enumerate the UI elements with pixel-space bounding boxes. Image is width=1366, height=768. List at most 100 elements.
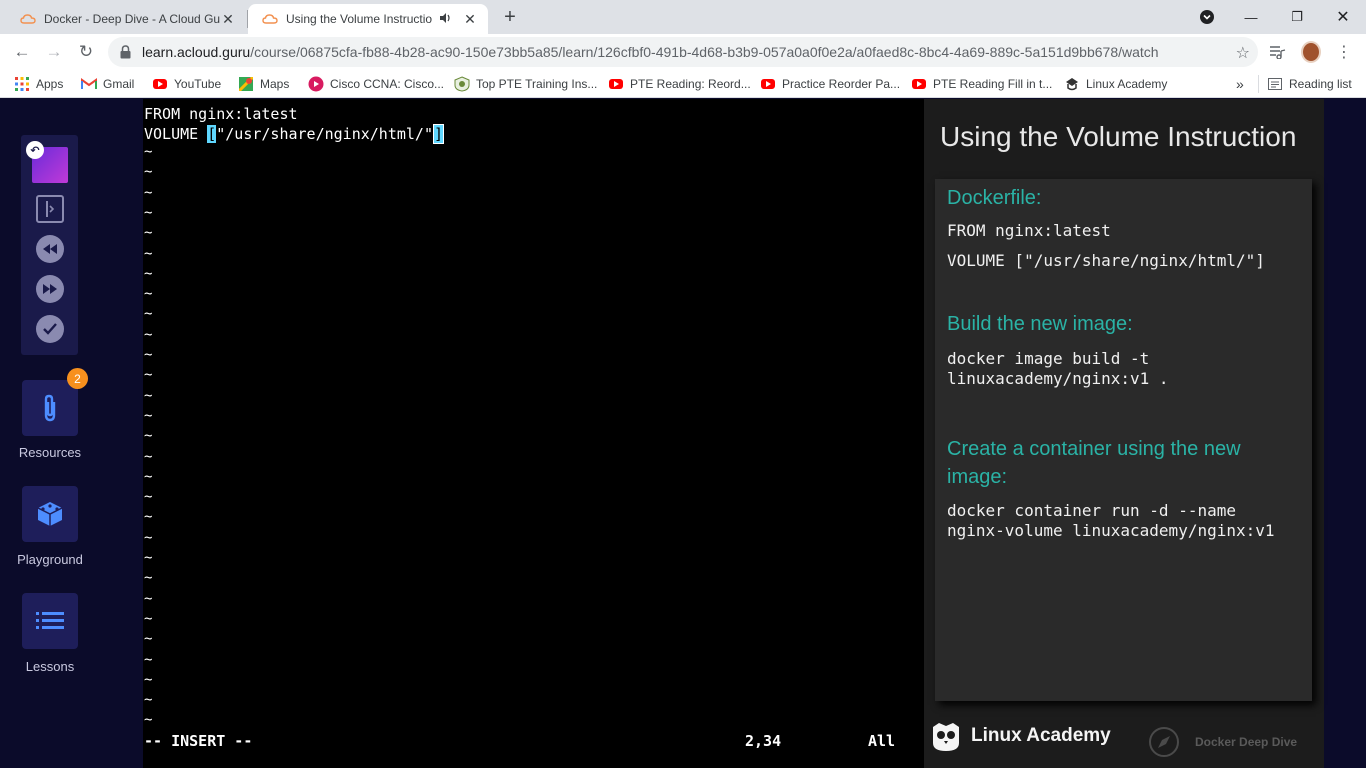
gmail-icon: [81, 76, 97, 92]
vim-empty-line-tilde: ~: [144, 590, 153, 607]
tab-title: Docker - Deep Dive - A Cloud Gu: [44, 12, 220, 26]
minimize-button[interactable]: —: [1228, 0, 1274, 34]
vim-empty-line-tilde: ~: [144, 428, 153, 445]
terminal-line-2: VOLUME ["/usr/share/nginx/html/"]: [144, 124, 445, 144]
audio-playing-icon[interactable]: [440, 12, 454, 26]
bookmark-maps[interactable]: Maps: [238, 75, 289, 93]
bookmark-youtube[interactable]: YouTube: [152, 75, 221, 93]
vim-empty-line-tilde: ~: [144, 326, 153, 343]
vim-empty-line-tilde: ~: [144, 387, 153, 404]
vim-empty-line-tilde: ~: [144, 347, 153, 363]
course-watermark-label: Docker Deep Dive: [1195, 735, 1298, 749]
bookmark-cisco[interactable]: Cisco CCNA: Cisco...: [308, 75, 444, 93]
video-player[interactable]: FROM nginx:latest VOLUME ["/usr/share/ng…: [143, 99, 1324, 768]
apps-grid-icon: [14, 76, 30, 92]
fast-forward-icon[interactable]: [36, 275, 64, 303]
resources-button[interactable]: [22, 380, 78, 436]
bookmark-practice-reorder[interactable]: Practice Reorder Pa...: [760, 75, 900, 93]
bookmarks-divider: [1258, 75, 1259, 93]
bookmark-pte-reorder[interactable]: PTE Reading: Reord...: [608, 75, 751, 93]
bookmarks-bar: Apps Gmail YouTube Maps Cisco CCNA: Cisc…: [0, 70, 1366, 98]
slide-title: Using the Volume Instruction: [940, 121, 1297, 152]
tab-docker-deep-dive[interactable]: Docker - Deep Dive - A Cloud Gu ✕: [6, 4, 246, 34]
bookmark-label: Apps: [36, 77, 64, 91]
vim-empty-line-tilde: ~: [144, 407, 153, 424]
vim-empty-line-tilde: ~: [144, 529, 153, 546]
cursor-position: 2,34: [745, 732, 782, 750]
player-controls-panel: ↶: [21, 135, 78, 355]
reading-list-label: Reading list: [1289, 77, 1352, 91]
playlist-media-icon[interactable]: [1268, 42, 1288, 62]
resources-label: Resources: [18, 445, 82, 460]
bookmark-label: YouTube: [174, 77, 222, 91]
lesson-slide: Using the Volume Instruction Dockerfile:…: [924, 99, 1324, 768]
linux-academy-icon: [1064, 76, 1080, 92]
bookmark-star-icon[interactable]: ☆: [1236, 43, 1250, 63]
forward-button[interactable]: →: [40, 39, 68, 65]
course-watermark: Docker Deep Dive: [1149, 727, 1297, 757]
vim-cursor: ]: [433, 124, 445, 144]
bookmark-label: Linux Academy: [1086, 77, 1168, 91]
lessons-label: Lessons: [25, 659, 75, 674]
tab-volume-instruction[interactable]: Using the Volume Instructio ✕: [248, 4, 488, 34]
owl-logo-icon: [933, 723, 959, 751]
mark-complete-icon[interactable]: [36, 315, 64, 343]
vim-empty-line-tilde: ~: [144, 692, 153, 709]
scroll-indicator: All: [868, 732, 896, 750]
vim-empty-line-tilde: ~: [144, 671, 153, 688]
address-bar[interactable]: learn.acloud.guru/course/06875cfa-fb88-4…: [108, 37, 1258, 67]
close-tab-icon[interactable]: ✕: [462, 11, 478, 27]
maps-icon: [238, 76, 254, 92]
maximize-button[interactable]: ❐: [1274, 0, 1320, 34]
slide-card: Dockerfile: FROM nginx:latest VOLUME ["/…: [935, 179, 1312, 701]
dockerfile-code: FROM nginx:latest VOLUME ["/usr/share/ng…: [947, 221, 1265, 270]
bookmark-linux-academy[interactable]: Linux Academy: [1064, 75, 1167, 93]
close-window-button[interactable]: ✕: [1320, 0, 1366, 34]
playground-button[interactable]: [22, 486, 78, 542]
tab-title: Using the Volume Instructio: [286, 12, 433, 26]
profile-menu-icon[interactable]: [1184, 0, 1230, 34]
lock-icon[interactable]: [120, 45, 132, 59]
cloud-guru-favicon-icon: [20, 11, 36, 27]
close-tab-icon[interactable]: ✕: [220, 11, 236, 27]
vim-empty-line-tilde: ~: [144, 489, 153, 506]
more-menu-icon[interactable]: ⋮: [1334, 42, 1354, 62]
paperclip-icon: [44, 394, 56, 422]
back-button[interactable]: ←: [8, 39, 36, 65]
bookmark-label: Maps: [260, 77, 290, 91]
terminal-line-1: FROM nginx:latest: [144, 105, 298, 123]
volume-keyword: VOLUME: [144, 125, 208, 143]
bookmark-pte-fill[interactable]: PTE Reading Fill in t...: [911, 75, 1052, 93]
bookmark-label: PTE Reading: Reord...: [630, 77, 751, 91]
linux-academy-brand: Linux Academy: [929, 719, 1111, 753]
lessons-button[interactable]: [22, 593, 78, 649]
profile-avatar[interactable]: [1301, 41, 1321, 63]
rewind-icon[interactable]: [36, 235, 64, 263]
vim-empty-line-tilde: ~: [144, 468, 153, 485]
build-code: docker image build -t linuxacademy/nginx…: [947, 349, 1169, 388]
playground-label: Playground: [17, 552, 83, 567]
bookmark-top-pte[interactable]: Top PTE Training Ins...: [454, 75, 597, 93]
cisco-icon: [308, 76, 324, 92]
new-tab-button[interactable]: +: [500, 6, 520, 28]
url-path: /course/06875cfa-fb88-4b28-ac90-150e73bb…: [250, 44, 1159, 60]
vim-terminal: FROM nginx:latest VOLUME ["/usr/share/ng…: [143, 99, 923, 768]
vim-empty-line-tilde: ~: [144, 367, 153, 384]
bookmark-gmail[interactable]: Gmail: [81, 75, 134, 93]
avatar[interactable]: [1301, 41, 1321, 63]
toggle-sidebar-icon[interactable]: [36, 195, 64, 223]
resources-count-badge: 2: [67, 368, 88, 389]
bookmarks-overflow-button[interactable]: »: [1236, 75, 1244, 93]
back-arrow-icon[interactable]: ↶: [26, 141, 44, 159]
vim-empty-line-tilde: ~: [144, 712, 153, 729]
bookmark-label: Top PTE Training Ins...: [476, 77, 598, 91]
url-host: learn.acloud.guru: [142, 44, 251, 60]
reload-button[interactable]: ↻: [72, 39, 100, 65]
reading-list-button[interactable]: Reading list: [1267, 75, 1352, 93]
vim-empty-line-tilde: ~: [144, 245, 153, 262]
vim-mode-indicator: -- INSERT --: [144, 732, 253, 750]
bookmark-apps[interactable]: Apps: [14, 75, 63, 93]
tab-strip: Docker - Deep Dive - A Cloud Gu ✕ Using …: [0, 0, 1366, 34]
create-heading: Create a container using the new image:: [947, 438, 1241, 488]
youtube-icon: [152, 76, 168, 92]
